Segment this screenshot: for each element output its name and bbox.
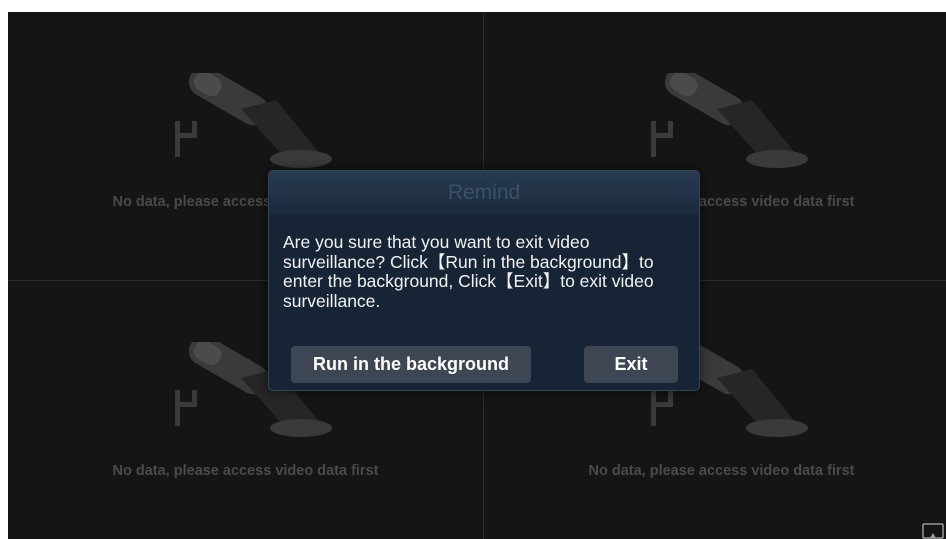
no-data-message: No data, please access video data first (112, 463, 379, 479)
dialog-header: Remind (269, 171, 699, 215)
security-camera-icon (651, 73, 808, 168)
cast-icon[interactable] (922, 523, 944, 539)
remind-dialog: Remind Are you sure that you want to exi… (268, 170, 700, 391)
exit-button[interactable]: Exit (584, 346, 678, 383)
dialog-message: Are you sure that you want to exit video… (283, 232, 654, 311)
run-in-background-button[interactable]: Run in the background (291, 346, 531, 383)
dialog-title: Remind (447, 181, 521, 204)
security-camera-icon (175, 73, 332, 168)
no-data-message: No data, please access video data first (588, 463, 855, 479)
